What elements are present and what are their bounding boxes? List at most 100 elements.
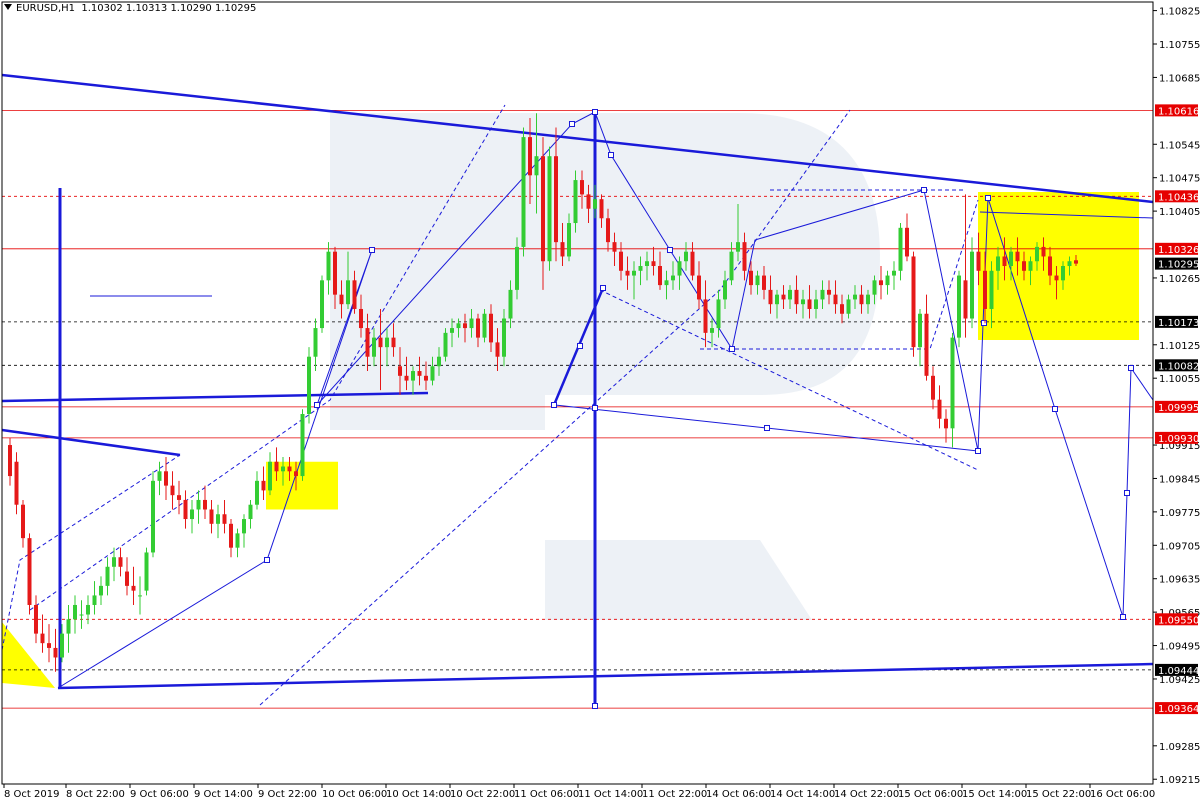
candle-body <box>554 156 558 243</box>
candle-body <box>872 280 877 295</box>
yellow-zone-left <box>2 622 55 688</box>
candle-body <box>248 504 253 520</box>
candle <box>8 437 12 486</box>
y-tick-label: 1.10405 <box>1159 207 1200 218</box>
candle-body <box>385 337 389 348</box>
candle-body <box>950 337 955 429</box>
wave-point-marker <box>1128 365 1134 371</box>
candle-body <box>684 251 688 262</box>
candle-body <box>547 156 552 262</box>
candle-body <box>781 294 786 300</box>
candle-body <box>957 275 961 338</box>
candle-body <box>1028 261 1033 271</box>
candle-body <box>333 251 337 295</box>
x-tick-label: 11 Oct 22:00 <box>642 789 707 800</box>
candle-body <box>931 375 935 400</box>
candle <box>261 466 266 500</box>
candle-body <box>443 332 448 357</box>
candle-body <box>742 242 747 271</box>
price-tag-label: 1.10616 <box>1158 106 1199 117</box>
candle <box>40 614 45 653</box>
candle-body <box>612 242 617 252</box>
wave-point-marker <box>264 557 270 563</box>
candle-body <box>92 595 97 605</box>
wave-point-marker <box>764 425 770 431</box>
candle-body <box>307 356 311 415</box>
candle-body <box>268 461 272 491</box>
candle-body <box>489 313 493 343</box>
candle-body <box>521 137 526 247</box>
candle-body <box>203 499 207 510</box>
candle <box>216 504 220 539</box>
wave-point-marker <box>551 402 557 408</box>
candle-body <box>1074 260 1078 264</box>
y-tick-label: 1.09495 <box>1159 642 1200 653</box>
candle-body <box>580 180 584 195</box>
candle-body <box>326 251 331 281</box>
candle-body <box>710 328 714 333</box>
x-tick-label: 14 Oct 22:00 <box>834 789 899 800</box>
candle-body <box>476 318 480 338</box>
candle <box>268 452 272 496</box>
candle-body <box>664 280 669 286</box>
candle-body <box>99 585 103 596</box>
wave-point-marker <box>985 195 991 201</box>
candle-body <box>456 323 461 329</box>
candle-body <box>963 280 968 319</box>
candle-body <box>645 261 649 267</box>
candle-body <box>859 294 864 305</box>
wave-point-marker <box>577 343 583 349</box>
x-tick-label: 9 Oct 06:00 <box>130 789 189 800</box>
candle <box>177 480 181 515</box>
candle-body <box>287 466 292 472</box>
candle-body <box>976 251 981 271</box>
candle <box>190 499 194 534</box>
price-tag-label: 1.10326 <box>1158 245 1199 256</box>
candle-body <box>404 375 409 381</box>
candle-body <box>651 261 656 267</box>
candle <box>443 328 448 362</box>
candle <box>157 461 162 496</box>
candle-body <box>970 251 974 319</box>
candle-body <box>463 323 467 329</box>
candle-body <box>853 294 857 300</box>
candle-body <box>372 337 376 357</box>
candle <box>92 581 97 615</box>
price-tag-label: 1.10436 <box>1158 192 1199 203</box>
price-tag-label: 1.10173 <box>1158 318 1199 329</box>
candle-body <box>892 270 896 276</box>
wave-point-marker <box>569 121 575 127</box>
candle <box>118 547 123 577</box>
candle <box>242 514 246 548</box>
candle-body <box>105 566 110 586</box>
candle <box>892 261 896 290</box>
candle-body <box>391 337 396 348</box>
candle-body <box>294 471 298 477</box>
candle-body <box>255 480 259 505</box>
candle <box>931 366 935 410</box>
y-tick-label: 1.10825 <box>1159 7 1200 18</box>
candle-body <box>177 495 181 500</box>
price-tag-label: 1.09995 <box>1158 403 1199 414</box>
x-tick-label: 16 Oct 06:00 <box>1090 789 1155 800</box>
candle-body <box>736 242 740 252</box>
bottom-support-line <box>57 662 1154 690</box>
candle <box>66 604 71 653</box>
candle <box>170 471 175 510</box>
candle <box>885 270 890 295</box>
candle-body <box>216 514 220 524</box>
candle <box>151 471 155 558</box>
candle <box>144 547 149 596</box>
dropdown-arrow-icon[interactable] <box>4 4 12 10</box>
candle <box>950 332 955 448</box>
candle-body <box>157 471 162 481</box>
candle-body <box>788 289 792 300</box>
candle-body <box>242 519 246 534</box>
wave-point-marker <box>1052 406 1058 412</box>
candle-body <box>131 585 136 591</box>
candle-body <box>450 328 454 333</box>
candle-body <box>469 318 474 329</box>
candle-body <box>430 366 435 381</box>
candle <box>222 499 227 534</box>
candle-body <box>40 633 45 644</box>
